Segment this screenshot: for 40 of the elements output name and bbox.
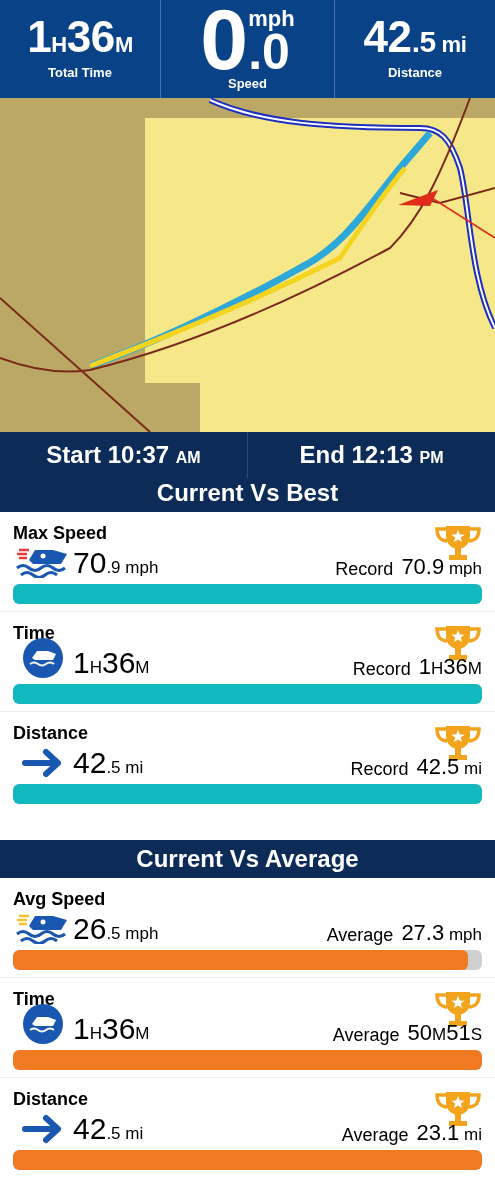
arrow-icon — [22, 748, 64, 778]
stat-fraction: .0 — [248, 30, 290, 75]
compare-value: 70.9 mph — [401, 556, 482, 578]
compare-label: Average — [341, 1126, 409, 1144]
trip-time: Start 10:37 AM — [46, 440, 201, 470]
metric-value: 42.5 mi — [73, 1114, 144, 1144]
compare-value: 50M51S — [407, 1022, 482, 1044]
stat-label: Speed — [228, 75, 267, 94]
stat-value: 1H36M — [27, 15, 133, 60]
compare-value: 42.5 mi — [416, 756, 482, 778]
metric-label: Time — [13, 624, 55, 642]
compare-label: Record — [335, 560, 394, 578]
section-title: Current Vs Average — [136, 847, 359, 871]
compare-value: 27.3 mph — [401, 922, 482, 944]
stat-value: 0 — [200, 4, 249, 75]
boat-icon — [23, 1004, 63, 1044]
trip-time: End 12:13 PM — [299, 440, 444, 470]
boat-icon — [23, 638, 63, 678]
section-title: Current Vs Best — [156, 481, 339, 505]
stat-label: Distance — [387, 64, 443, 83]
arrow-icon — [22, 1114, 64, 1144]
metric-value: 70.9 mph — [73, 548, 159, 578]
unit-label: mph — [248, 8, 295, 31]
compare-label: Record — [350, 760, 409, 778]
metric-value: 26.5 mph — [73, 914, 159, 944]
metric-label: Max Speed — [13, 524, 108, 542]
metric-label: Avg Speed — [13, 890, 106, 908]
metric-label: Distance — [13, 1090, 89, 1108]
metric-label: Time — [13, 990, 55, 1008]
metric-label: Distance — [13, 724, 89, 742]
compare-value: 23.1 mi — [416, 1122, 482, 1144]
compare-label: Average — [332, 1026, 400, 1044]
stat-label: Total Time — [48, 64, 112, 83]
compare-label: Average — [326, 926, 394, 944]
stat-value: 42.5 mi — [363, 15, 467, 60]
metric-value: 1H36M — [73, 648, 150, 678]
compare-value: 1H36M — [418, 656, 482, 678]
metric-value: 1H36M — [73, 1014, 150, 1044]
compare-label: Record — [352, 660, 411, 678]
metric-value: 42.5 mi — [73, 748, 144, 778]
